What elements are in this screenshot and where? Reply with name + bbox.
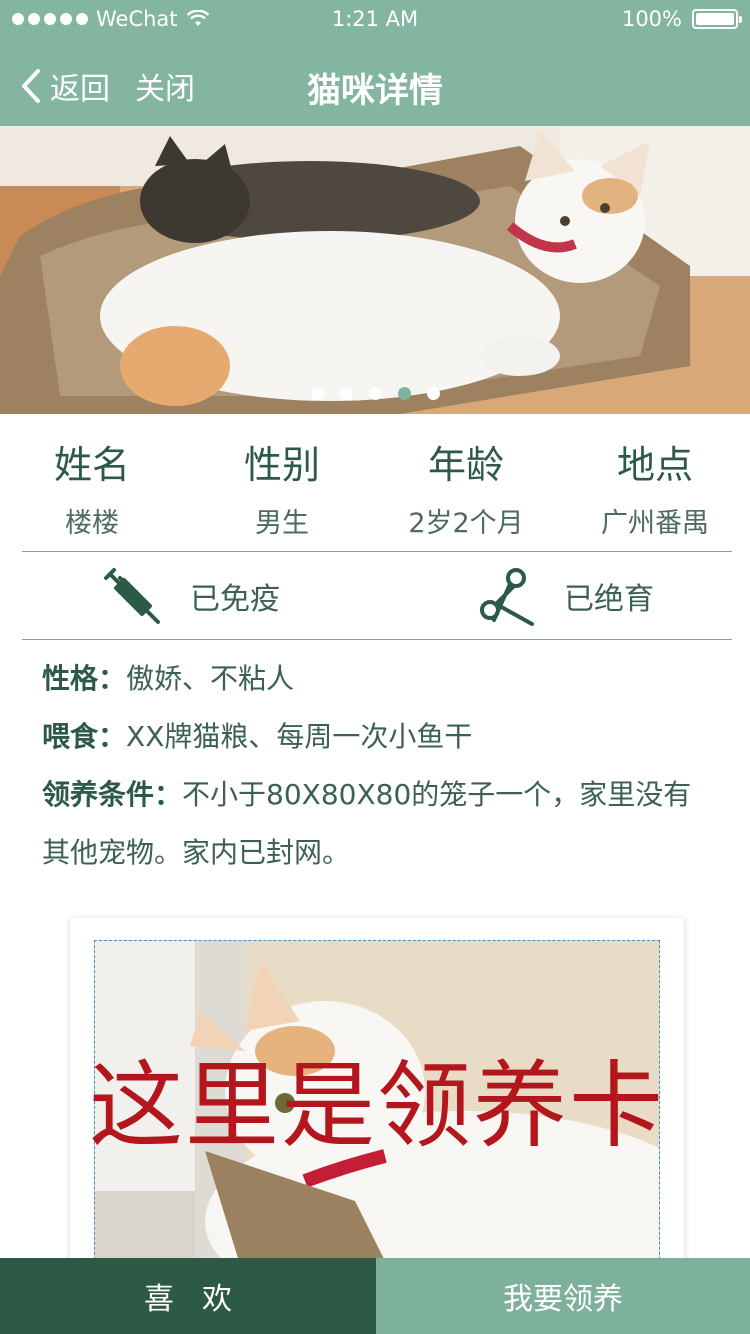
vaccinated-label: 已免疫: [190, 582, 280, 617]
page-title: 猫咪详情: [307, 71, 443, 111]
chevron-left-icon: [22, 69, 40, 103]
info-value: 2岁2个月: [408, 508, 524, 539]
info-label: 地点: [616, 443, 693, 487]
carousel-dot[interactable]: [397, 387, 411, 400]
bottom-action-bar: 喜欢 我要领养: [0, 1258, 750, 1334]
feeding-value: XX牌猫粮、每周一次小鱼干: [126, 720, 473, 753]
carousel-dot[interactable]: [310, 387, 324, 400]
carousel-indicator: [0, 387, 750, 400]
divider: [22, 639, 732, 640]
scissors-icon: [480, 568, 534, 626]
carousel-dot[interactable]: [339, 387, 353, 400]
nav-bar: 返回 关闭 猫咪详情: [0, 44, 750, 126]
cat-description: 性格：傲娇、不粘人 喂食：XX牌猫粮、每周一次小鱼干 领养条件：不小于80X80…: [42, 650, 712, 882]
close-button[interactable]: 关闭: [135, 64, 195, 108]
info-column: 姓名 楼楼: [0, 434, 192, 540]
back-label: 返回: [50, 72, 110, 107]
info-label: 性别: [243, 443, 320, 487]
like-button[interactable]: 喜欢: [0, 1258, 376, 1334]
cat-photo-carousel[interactable]: [0, 126, 750, 414]
info-value: 男生: [255, 508, 309, 539]
adoption-card-overlay: 这里是领养卡: [88, 1052, 665, 1161]
app-header: WeChat 1:21 AM 100% 返回 关闭 猫咪详情: [0, 0, 750, 126]
battery-percent: 100%: [621, 7, 682, 31]
feeding-key: 喂食：: [42, 720, 127, 753]
condition-key: 领养条件：: [42, 778, 183, 811]
cat-info-grid: 姓名 楼楼 性别 男生 年龄 2岁2个月 地点 广州番禺: [0, 414, 750, 552]
status-bar: WeChat 1:21 AM 100%: [0, 0, 750, 40]
adopt-button[interactable]: 我要领养: [376, 1258, 750, 1334]
adoption-card[interactable]: 这里是领养卡: [70, 918, 684, 1280]
syringe-icon: [104, 568, 160, 624]
carousel-dot[interactable]: [368, 387, 382, 400]
neutered-label: 已绝育: [564, 582, 654, 617]
personality-row: 性格：傲娇、不粘人: [42, 650, 712, 708]
cat-photo: [0, 126, 750, 414]
feeding-row: 喂食：XX牌猫粮、每周一次小鱼干: [42, 708, 712, 766]
info-value: 广州番禺: [601, 508, 709, 539]
vaccinated-status: 已免疫: [100, 564, 280, 628]
battery-group: 100%: [621, 7, 742, 31]
info-value: 楼楼: [65, 508, 119, 539]
health-status-row: 已免疫 已绝育: [0, 552, 750, 640]
carousel-dot[interactable]: [426, 387, 440, 400]
info-label: 姓名: [53, 443, 130, 487]
personality-key: 性格：: [42, 662, 127, 695]
info-column: 地点 广州番禺: [555, 434, 750, 540]
info-column: 年龄 2岁2个月: [366, 434, 566, 540]
condition-row: 领养条件：不小于80X80X80的笼子一个，家里没有其他宠物。家内已封网。: [42, 766, 712, 882]
info-label: 年龄: [427, 443, 504, 487]
neutered-status: 已绝育: [474, 564, 654, 628]
personality-value: 傲娇、不粘人: [126, 662, 295, 695]
back-button[interactable]: 返回: [18, 64, 110, 108]
info-column: 性别 男生: [182, 434, 382, 540]
battery-icon: [692, 9, 742, 29]
